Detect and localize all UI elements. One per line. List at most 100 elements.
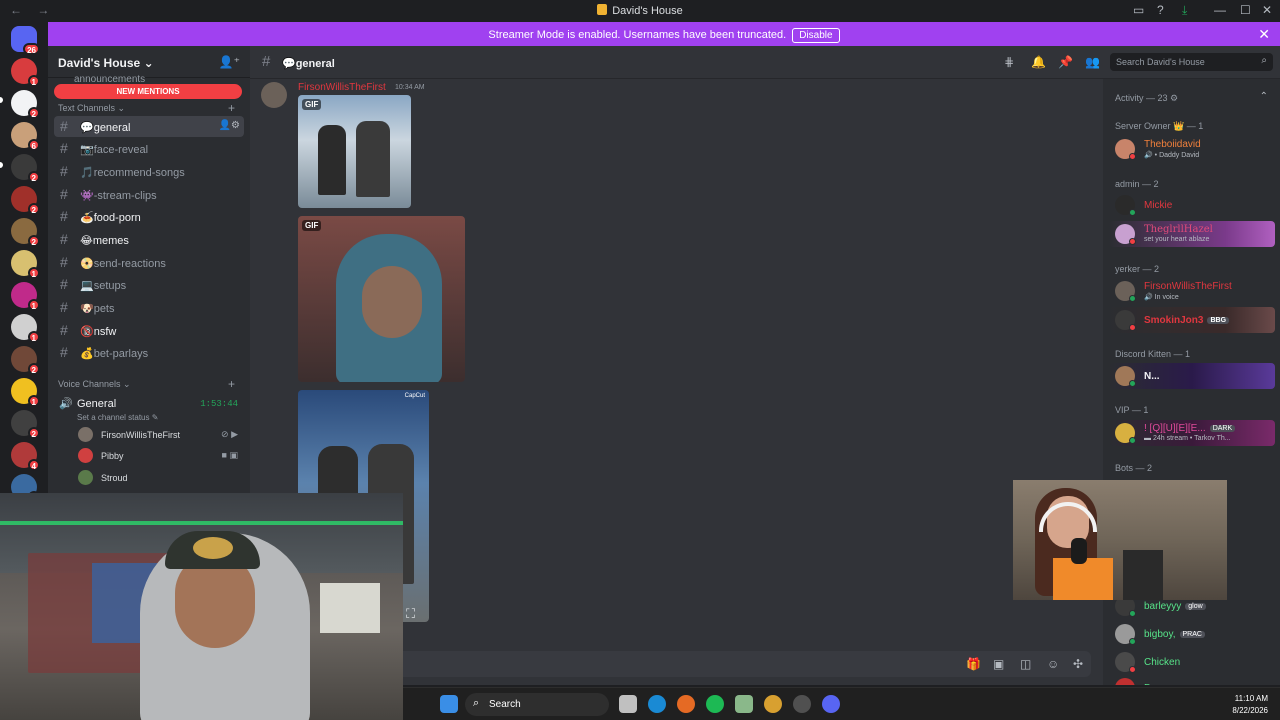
edge-icon[interactable] [648,695,666,713]
member-item[interactable]: SmokinJon3 BBG [1109,307,1275,333]
member-item[interactable]: N... [1109,363,1275,389]
add-channel-icon[interactable]: + [228,101,235,115]
minimize-icon[interactable]: — [1214,3,1226,17]
hash-icon: # [60,254,68,270]
server-icon-9[interactable]: 1 [11,314,40,343]
server-icon-11[interactable]: 1 [11,378,40,407]
member-item[interactable]: Mickie [1109,192,1275,218]
channel-bet-parlays[interactable]: # 💰bet-parlays [54,342,244,363]
voice-user[interactable]: Stroud [78,468,244,488]
gift-icon[interactable]: 🎁 [966,657,981,671]
chrome-icon[interactable] [764,695,782,713]
channel-general[interactable]: # 💬general 👤⚙ [54,116,244,137]
sticker-icon[interactable]: ◫ [1020,657,1031,671]
member-item[interactable]: ! [Q][U][E][E... DARK ▬ 24h stream • Tarko… [1109,420,1275,446]
activity-header[interactable]: Activity — 23 ⚙ [1115,93,1178,104]
channel-stream-clips[interactable]: # 👾-stream-clips [54,184,244,205]
discord-icon[interactable] [822,695,840,713]
gif-picker-icon[interactable]: ▣ [993,657,1004,671]
search-input[interactable]: Search David's House ⌕ [1110,53,1273,71]
text-channels-category[interactable]: Text Channels ⌄ + [58,101,235,115]
member-item[interactable]: Chicken [1109,649,1275,675]
task-view-icon[interactable] [619,695,637,713]
notepad-icon[interactable] [735,695,753,713]
microphone [1071,538,1087,564]
download-icon[interactable]: ⤓ [1182,3,1187,18]
apps-icon[interactable]: ✣ [1073,657,1083,671]
message-author[interactable]: FirsonWillisTheFirst [298,82,386,93]
bell-icon[interactable]: 🔔 [1031,55,1046,69]
channel-settings-icon[interactable]: 👤⚙ [219,120,240,131]
taskbar: ⌕ Search 11:10 AM 8/22/2026 [403,687,1280,720]
close-icon[interactable]: ✕ [1258,26,1270,43]
member-item[interactable]: Theboiidavid 🔊 • Daddy David [1109,136,1275,162]
add-channel-icon[interactable]: + [228,377,235,391]
channel-status[interactable]: Set a channel status ✎ [77,413,158,422]
threads-icon[interactable]: ⋕ [1004,55,1014,69]
firefox-icon[interactable] [677,695,695,713]
chevron-down-icon: ⌄ [143,56,154,70]
status-dot [1129,295,1136,302]
pin-icon[interactable]: 📌 [1058,55,1073,69]
hash-icon: # [60,140,68,156]
obs-icon[interactable] [793,695,811,713]
guild-tag: PRAC [1179,631,1205,638]
server-icon-2[interactable]: 2 [11,90,40,119]
member-item[interactable]: bigboy, PRAC [1109,621,1275,647]
member-item[interactable]: FirsonWillisTheFirst 🔊 In voice [1109,278,1275,304]
server-icon [597,4,608,15]
channel-nsfw[interactable]: # 🔞nsfw [54,320,244,341]
invite-icon[interactable]: 👤⁺ [219,55,240,69]
member-item[interactable]: TheglrllHazel set your heart ablaze [1109,221,1275,247]
spotify-icon[interactable] [706,695,724,713]
member-item[interactable]: D [1109,675,1275,685]
close-window-icon[interactable]: ✕ [1262,3,1272,17]
hash-icon: # [60,299,68,315]
gif-attachment[interactable]: GIF [298,216,465,382]
status-dot [1129,324,1136,331]
channel-memes[interactable]: # 😂memes [54,229,244,250]
server-icon-7[interactable]: 1 [11,250,40,279]
channel-send-reactions[interactable]: # 📀send-reactions [54,252,244,273]
gif-badge: GIF [302,99,322,110]
capcut-watermark: CapCut [404,393,425,399]
emoji-icon[interactable]: ☺ [1047,657,1059,671]
hash-icon: # [60,186,68,202]
server-icon-8[interactable]: 1 [11,282,40,311]
help-icon[interactable]: ? [1157,3,1164,17]
new-mentions-button[interactable]: NEW MENTIONS [54,84,242,99]
windows-start-icon[interactable] [440,695,458,713]
direct-messages-icon[interactable]: 26 [11,26,40,55]
avatar [78,470,93,485]
gif-attachment[interactable]: GIF [298,95,411,208]
status-dot [1129,238,1136,245]
taskbar-search[interactable]: ⌕ Search [465,693,609,716]
channel-recommend-songs[interactable]: # 🎵recommend-songs [54,161,244,182]
voice-channels-category[interactable]: Voice Channels ⌄ + [58,377,235,391]
chevron-up-icon[interactable]: ⌃ [1260,91,1268,102]
inbox-icon[interactable]: ▭ [1133,3,1144,17]
channel-pets[interactable]: # 🐶pets [54,297,244,318]
channel-face-reveal[interactable]: # 📷face-reveal [54,138,244,159]
server-icon-10[interactable]: 2 [11,346,40,375]
disable-button[interactable]: Disable [792,28,840,43]
server-icon-13[interactable]: 4 [11,442,40,471]
system-clock[interactable]: 11:10 AM 8/22/2026 [1232,693,1268,717]
channel-food-porn[interactable]: # 🍝food-porn [54,206,244,227]
role-header: admin — 2 [1115,179,1159,189]
members-icon[interactable]: 👥 [1085,55,1100,69]
avatar[interactable] [261,82,287,108]
server-icon-1[interactable]: 1 [11,58,40,87]
maximize-icon[interactable]: ☐ [1240,3,1251,17]
hash-icon: # [60,118,68,134]
server-icon-3[interactable]: 6 [11,122,40,151]
channel-setups[interactable]: # 💻setups [54,274,244,295]
server-icon-4[interactable]: 2 [11,154,40,183]
fullscreen-icon[interactable]: ⛶ [406,606,415,622]
status-dot [1129,610,1136,617]
server-icon-5[interactable]: 2 [11,186,40,215]
server-icon-12[interactable]: 2 [11,410,40,439]
voice-user[interactable]: FirsonWillisTheFirst ⊘ ▶ [78,425,244,445]
server-icon-6[interactable]: 2 [11,218,40,247]
voice-user[interactable]: Pibby ■ ▣ [78,446,244,466]
